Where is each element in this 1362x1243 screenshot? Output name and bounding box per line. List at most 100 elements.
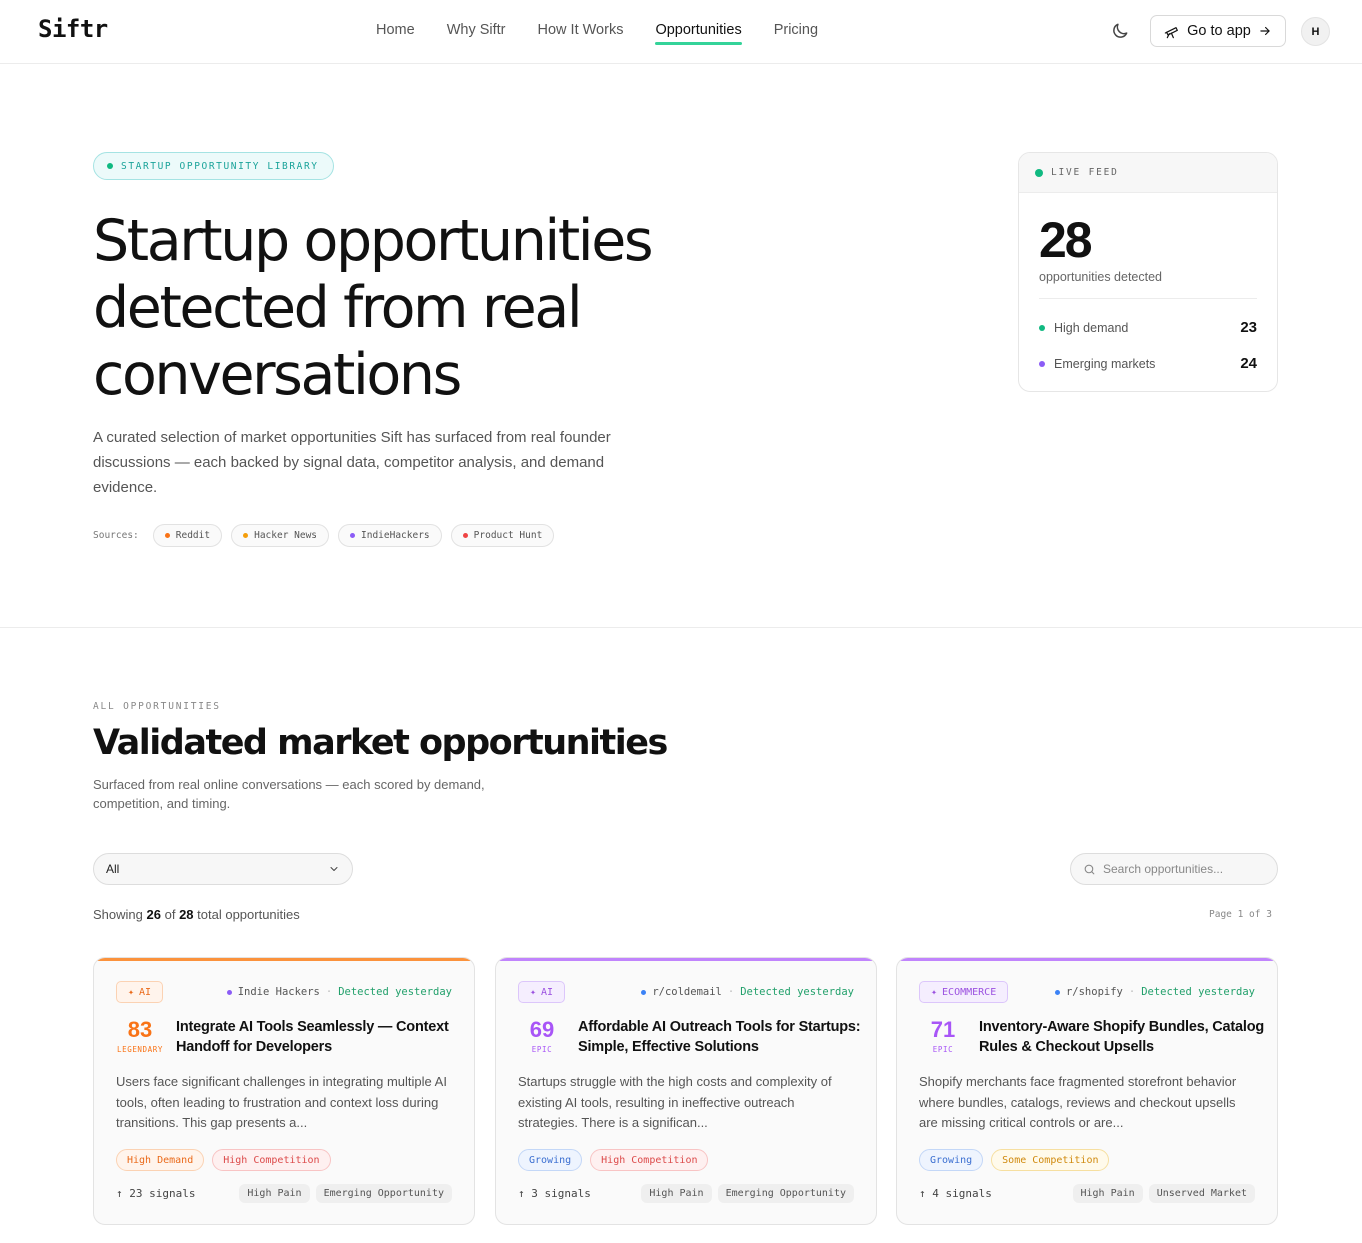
footer-tags: High Pain Emerging Opportunity <box>641 1184 854 1203</box>
card-meta: r/shopify · Detected yesterday <box>1054 986 1255 998</box>
source-name: IndieHackers <box>361 530 430 541</box>
nav-link-home[interactable]: Home <box>376 22 415 38</box>
source-chip-hacker-news[interactable]: Hacker News <box>231 524 330 547</box>
card-meta: Indie Hackers · Detected yesterday <box>226 986 452 998</box>
card-title[interactable]: Integrate AI Tools Seamlessly — Context … <box>176 1017 462 1057</box>
footer-tag: High Pain <box>239 1184 310 1203</box>
score-tier: EPIC <box>531 1045 553 1054</box>
live-dot <box>1035 168 1043 177</box>
card-accent-bar <box>496 958 876 961</box>
score-badge: 71 EPIC <box>919 1017 967 1055</box>
hero-title: Startup opportunities detected from real… <box>93 208 654 408</box>
card-tags: Growing High Competition <box>518 1149 709 1171</box>
nav-link-opportunities[interactable]: Opportunities <box>655 22 742 45</box>
detected-time: Detected yesterday <box>338 986 452 998</box>
signal-count: ↑ 4 signals <box>919 1187 992 1200</box>
signal-count: ↑ 3 signals <box>518 1187 591 1200</box>
library-pill: STARTUP OPPORTUNITY LIBRARY <box>93 152 334 180</box>
card-source: Indie Hackers <box>237 986 320 998</box>
score-badge: 83 LEGENDARY <box>116 1017 164 1055</box>
go-to-app-label: Go to app <box>1187 23 1251 39</box>
category-label: AI <box>139 986 152 998</box>
opportunity-card[interactable]: ✦ ECOMMERCE r/shopify · Detected yesterd… <box>896 957 1278 1225</box>
card-source: r/coldemail <box>652 986 722 998</box>
live-feed-label: LIVE FEED <box>1051 167 1119 178</box>
score-value: 83 <box>127 1017 153 1042</box>
stat-row-high-demand: High demand 23 <box>1039 319 1257 336</box>
source-dot <box>350 533 356 538</box>
footer-tag: Emerging Opportunity <box>717 1184 854 1203</box>
tag-high-competition: High Competition <box>590 1149 709 1171</box>
meta-separator: · <box>325 986 333 998</box>
footer-tags: High Pain Unserved Market <box>1072 1184 1255 1203</box>
card-description: Users face significant challenges in int… <box>116 1074 447 1130</box>
nav-link-how-it-works[interactable]: How It Works <box>538 22 624 38</box>
sparkle-icon: ✦ <box>128 986 135 998</box>
category-filter-select[interactable]: All <box>93 853 353 885</box>
source-chip-reddit[interactable]: Reddit <box>152 524 223 547</box>
card-meta: r/coldemail · Detected yesterday <box>641 986 854 998</box>
card-tags: High Demand High Competition <box>116 1149 331 1171</box>
stat-row-emerging-markets: Emerging markets 24 <box>1039 355 1257 372</box>
tag-high-demand: High Demand <box>116 1149 205 1171</box>
section-title: Validated market opportunities <box>93 723 668 763</box>
card-source: r/shopify <box>1065 986 1123 998</box>
source-dot <box>1054 989 1060 995</box>
meta-separator: · <box>1128 986 1136 998</box>
source-chip-indiehackers[interactable]: IndieHackers <box>338 524 442 547</box>
logo[interactable]: Siftr <box>38 15 108 43</box>
card-title[interactable]: Inventory-Aware Shopify Bundles, Catalog… <box>979 1017 1265 1057</box>
nav-link-pricing[interactable]: Pricing <box>774 22 818 38</box>
source-chip-product-hunt[interactable]: Product Hunt <box>450 524 555 547</box>
tag-high-competition: High Competition <box>212 1149 331 1171</box>
chevron-down-icon <box>330 867 338 871</box>
card-description: Startups struggle with the high costs an… <box>518 1074 832 1130</box>
source-dot <box>243 533 249 538</box>
sparkle-icon: ✦ <box>530 986 537 998</box>
arrow-right-icon <box>1260 26 1270 36</box>
source-dot <box>226 989 232 995</box>
source-dot <box>641 989 647 995</box>
footer-tag: High Pain <box>641 1184 712 1203</box>
footer-tags: High Pain Emerging Opportunity <box>239 1184 452 1203</box>
nav-link-why-siftr[interactable]: Why Siftr <box>447 22 506 38</box>
status-dot <box>107 163 113 169</box>
theme-toggle-moon-icon[interactable] <box>1110 21 1130 41</box>
avatar[interactable]: H <box>1301 17 1330 46</box>
stat-dot <box>1039 360 1045 367</box>
source-dot <box>164 533 170 538</box>
card-title[interactable]: Affordable AI Outreach Tools for Startup… <box>578 1017 864 1057</box>
card-accent-bar <box>94 958 474 961</box>
score-value: 69 <box>529 1017 555 1042</box>
category-label: AI <box>541 986 554 998</box>
score-value: 71 <box>930 1017 956 1042</box>
sources-label: Sources: <box>93 530 139 541</box>
card-tags: Growing Some Competition <box>919 1149 1110 1171</box>
opportunity-card[interactable]: ✦ AI r/coldemail · Detected yesterday 69… <box>495 957 877 1225</box>
go-to-app-button[interactable]: Go to app <box>1150 15 1286 47</box>
category-badge: ✦ AI <box>518 981 566 1003</box>
divider <box>1039 298 1257 299</box>
showing-of: of <box>164 907 176 922</box>
category-label: ECOMMERCE <box>942 986 997 998</box>
library-pill-label: STARTUP OPPORTUNITY LIBRARY <box>121 160 319 172</box>
category-badge: ✦ ECOMMERCE <box>919 981 1009 1003</box>
section-description: Surfaced from real online conversations … <box>93 777 485 811</box>
section-divider <box>0 627 1362 628</box>
search-input[interactable]: Search opportunities... <box>1070 853 1278 885</box>
opportunity-card[interactable]: ✦ AI Indie Hackers · Detected yesterday … <box>93 957 475 1225</box>
card-footer: ↑ 23 signals High Pain Emerging Opportun… <box>116 1184 452 1203</box>
source-name: Product Hunt <box>473 530 543 541</box>
live-feed-header: LIVE FEED <box>1019 153 1277 193</box>
source-name: Hacker News <box>254 530 318 541</box>
source-dot <box>462 533 468 538</box>
score-badge: 69 EPIC <box>518 1017 566 1055</box>
opportunity-count: 28 <box>1039 212 1093 268</box>
source-name: Reddit <box>175 530 211 541</box>
page-indicator: Page 1 of 3 <box>1209 909 1272 920</box>
showing-total: 28 <box>179 907 194 922</box>
footer-tag: High Pain <box>1072 1184 1143 1203</box>
detected-time: Detected yesterday <box>1141 986 1255 998</box>
meta-separator: · <box>727 986 735 998</box>
category-badge: ✦ AI <box>116 981 164 1003</box>
